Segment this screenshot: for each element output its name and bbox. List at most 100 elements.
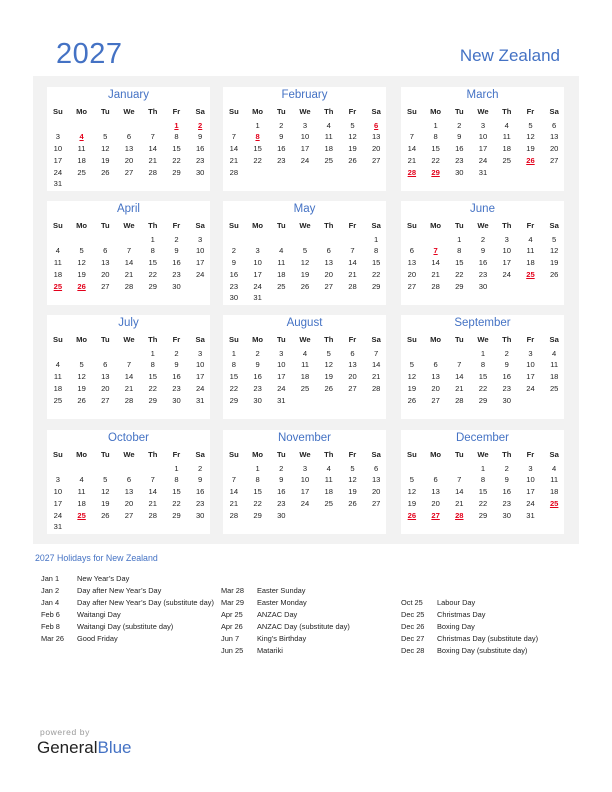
date-cell: 16: [253, 372, 262, 382]
date-cell: 2: [174, 348, 179, 358]
date-cell: 21: [124, 383, 134, 393]
date-cell: 3: [279, 348, 284, 358]
date-cell: 9: [255, 360, 260, 370]
empty-cell: [165, 521, 189, 533]
weekday-header: Su: [53, 221, 63, 230]
month-june: June Su Mo Tu We Th Fr Sa 1 2 3 4 5 6 7 8 9 10 11 12 13 14 15 1…: [401, 201, 564, 305]
week-row: 21 22 23 24 25 26 27: [400, 155, 566, 167]
empty-cell: [341, 395, 365, 407]
date-cell: 30: [253, 395, 262, 405]
date-cell: 15: [148, 258, 157, 268]
weekday-header: Mo: [252, 221, 264, 230]
date-cell: 22: [148, 269, 157, 279]
date-cell: 15: [371, 258, 381, 268]
date-cell: 3: [198, 348, 203, 358]
weekday-header: Mo: [76, 335, 88, 344]
holiday-item-date: Apr 26: [221, 622, 243, 631]
date-cell: 1: [174, 463, 179, 473]
weekday-header: Tu: [454, 335, 464, 344]
week-row: 31: [46, 178, 212, 190]
week-row: 26 27 28 29 30: [400, 395, 566, 407]
weekday-header: Su: [229, 450, 239, 459]
month-october: October Su Mo Tu We Th Fr Sa 1 2 3 4 5 6 7 8 9 10 11 12 13 14…: [47, 430, 210, 534]
date-cell: 29: [253, 510, 262, 520]
empty-cell: [93, 348, 117, 360]
date-cell: 27: [324, 281, 333, 291]
date-cell: 22: [431, 155, 440, 165]
month-title: November: [277, 432, 332, 444]
date-cell: 13: [348, 360, 357, 370]
week-row: 8 9 10 11 12 13 14: [222, 359, 388, 371]
empty-cell: [165, 178, 189, 190]
date-cell: 1: [457, 234, 462, 244]
date-cell: 11: [53, 372, 62, 382]
week-row: 1 2 3 4: [400, 463, 566, 475]
weekday-header: Sa: [195, 221, 205, 230]
weekday-header: Su: [229, 221, 239, 230]
empty-cell: [93, 178, 117, 190]
date-cell: 17: [195, 258, 205, 268]
date-cell: 10: [526, 360, 535, 370]
empty-cell: [424, 348, 448, 360]
date-cell: 26: [348, 155, 357, 165]
date-cell: 6: [126, 132, 132, 142]
date-cell: 2: [255, 348, 260, 358]
weekday-header: We: [477, 335, 489, 344]
generalblue-logo[interactable]: GeneralBlue: [37, 738, 132, 758]
date-cell: 29: [148, 395, 157, 405]
date-cell: 11: [324, 475, 333, 485]
date-cell: 7: [231, 132, 236, 142]
date-cell: 29: [455, 281, 464, 291]
week-row: 6 7 8 9 10 11 12: [400, 245, 566, 257]
holiday-item-name: New Year’s Day: [77, 574, 130, 583]
date-cell: 24: [502, 269, 511, 279]
week-row: 17 18 19 20 21 22 23: [46, 498, 212, 510]
holiday-date: 1: [174, 120, 179, 130]
empty-cell: [341, 292, 365, 304]
holiday-item-date: Dec 25: [401, 610, 425, 619]
holiday-item-name: Boxing Day (substitute day): [437, 646, 528, 655]
week-row: 1 2 3 4 5 6 7: [222, 348, 388, 360]
date-cell: 31: [195, 395, 205, 405]
date-cell: 25: [277, 281, 286, 291]
empty-cell: [46, 120, 70, 132]
weekday-header-row: Su Mo Tu We Th Fr Sa: [46, 106, 212, 118]
date-cell: 25: [324, 155, 333, 165]
empty-cell: [293, 234, 317, 246]
weekday-header: We: [477, 107, 489, 116]
date-cell: 3: [302, 120, 308, 130]
weekday-header: Sa: [371, 450, 381, 459]
weekday-header: Th: [502, 450, 512, 459]
date-cell: 12: [526, 132, 535, 142]
empty-cell: [293, 395, 317, 407]
date-cell: 7: [457, 360, 462, 370]
empty-cell: [364, 395, 388, 407]
date-cell: 6: [326, 246, 331, 256]
date-cell: 10: [53, 487, 63, 497]
date-cell: 12: [77, 258, 86, 268]
date-cell: 4: [79, 475, 84, 485]
date-cell: 11: [502, 132, 511, 142]
date-cell: 9: [504, 360, 509, 370]
week-row: 2 3 4 5 6 7 8: [222, 245, 388, 257]
month-march: March Su Mo Tu We Th Fr Sa 1 2 3 4 5 6 7 8 9 10 11 12 13 14 15…: [401, 87, 564, 191]
date-cell: 16: [195, 487, 205, 497]
holiday-item-name: Easter Sunday: [257, 586, 306, 595]
date-cell: 14: [455, 372, 464, 382]
empty-cell: [364, 510, 388, 522]
empty-cell: [70, 178, 94, 190]
date-cell: 8: [480, 360, 486, 370]
weekday-header-row: Su Mo Tu We Th Fr Sa: [222, 220, 388, 232]
month-grid: Su Mo Tu We Th Fr Sa 1 2 3 4 5 6 7 8 9 10 11 12 13 14 15 16 17 1…: [46, 106, 212, 190]
week-row: 23 24 25 26 27 28 29: [222, 281, 388, 293]
empty-cell: [117, 521, 141, 533]
date-cell: 12: [348, 132, 357, 142]
date-cell: 10: [526, 475, 535, 485]
empty-cell: [117, 178, 141, 190]
week-row: 5 6 7 8 9 10 11: [400, 359, 566, 371]
date-cell: 21: [229, 498, 239, 508]
date-cell: 16: [195, 144, 205, 154]
date-cell: 6: [433, 475, 438, 485]
date-cell: 26: [101, 510, 110, 520]
empty-cell: [495, 281, 519, 293]
